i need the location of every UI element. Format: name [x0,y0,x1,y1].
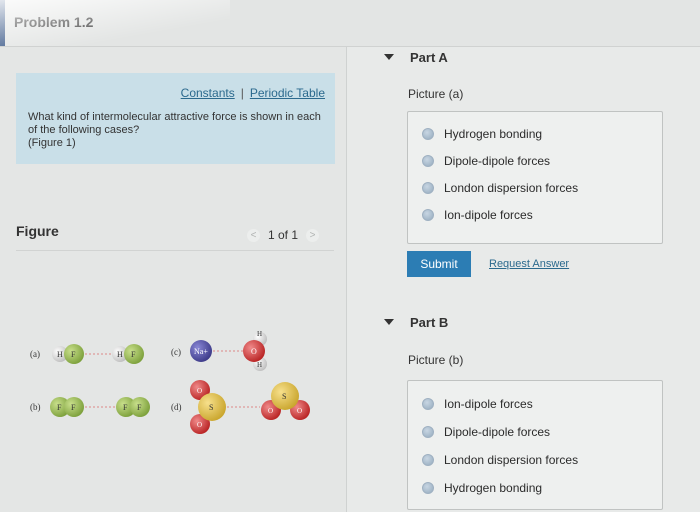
figure-pager: < 1 of 1 > [247,228,320,242]
so2-molecule-2: O O S [261,382,310,420]
collapse-part-a-icon[interactable] [384,54,394,60]
periodic-table-link[interactable]: Periodic Table [250,86,325,100]
svg-text:H: H [57,350,63,359]
next-figure-button[interactable]: > [306,228,320,242]
svg-text:F: F [71,350,76,359]
part-b-option-1[interactable]: Ion-dipole forces [422,397,533,411]
svg-text:F: F [71,403,76,412]
option-label: London dispersion forces [444,453,579,467]
hf-molecule-1: HF [52,344,84,364]
hf-molecule-2: HF [112,344,144,364]
figure-divider [16,250,334,251]
svg-text:F: F [57,403,62,412]
svg-text:H: H [257,330,262,338]
label-d: (d) [171,402,182,412]
collapse-part-b-icon[interactable] [384,319,394,325]
f2-molecule-2: FF [116,397,150,417]
radio-button[interactable] [422,209,434,221]
part-b-option-2[interactable]: Dipole-dipole forces [422,425,550,439]
f2-molecule-1: FF [50,397,84,417]
part-b-option-4[interactable]: Hydrogen bonding [422,481,542,495]
svg-text:S: S [282,392,286,401]
question-text: What kind of intermolecular attractive f… [28,111,328,150]
part-b-option-3[interactable]: London dispersion forces [422,453,578,467]
figure-reference[interactable]: (Figure 1) [28,137,328,150]
figure-heading: Figure [16,223,59,239]
radio-button[interactable] [422,128,434,140]
svg-text:O: O [251,347,257,356]
svg-text:Na+: Na+ [194,347,208,356]
resource-links: Constants | Periodic Table [181,86,325,100]
svg-text:H: H [257,361,262,369]
svg-text:O: O [197,421,202,429]
part-a-option-4[interactable]: Ion-dipole forces [422,208,533,222]
so2-molecule-1: O O S [190,380,226,434]
page-title: Problem 1.2 [14,14,94,30]
submit-button[interactable]: Submit [407,251,471,277]
question-body: What kind of intermolecular attractive f… [28,111,321,136]
option-label: Hydrogen bonding [444,481,543,495]
svg-text:O: O [297,407,302,415]
radio-button[interactable] [422,398,434,410]
part-a-options: Hydrogen bonding Dipole-dipole forces Lo… [407,111,663,244]
svg-text:F: F [131,350,136,359]
radio-button[interactable] [422,155,434,167]
radio-button[interactable] [422,182,434,194]
request-answer-link[interactable]: Request Answer [489,258,569,270]
sodium-ion: Na+ [190,340,212,362]
constants-link[interactable]: Constants [181,86,235,100]
part-a-picture-label: Picture (a) [408,87,464,101]
radio-button[interactable] [422,426,434,438]
radio-button[interactable] [422,482,434,494]
svg-text:O: O [197,387,202,395]
part-b-options: Ion-dipole forces Dipole-dipole forces L… [407,380,663,510]
label-a: (a) [30,349,40,359]
intro-box: Constants | Periodic Table What kind of in… [16,73,335,164]
radio-button[interactable] [422,454,434,466]
svg-text:H: H [117,350,123,359]
part-a-heading[interactable]: Part A [410,50,448,65]
option-label: Dipole-dipole forces [444,154,551,168]
svg-text:O: O [268,407,273,415]
part-a-option-2[interactable]: Dipole-dipole forces [422,154,550,168]
option-label: London dispersion forces [444,181,579,195]
prev-figure-button[interactable]: < [247,228,260,242]
part-a-option-3[interactable]: London dispersion forces [422,181,578,195]
water-molecule: H H O [243,330,267,371]
link-separator: | [240,86,244,100]
molecule-figure: (a) HF HF (c) Na+ HH O (b) FF F F (d) OO… [30,330,310,434]
label-b: (b) [30,402,41,412]
figure-page-count: 1 of 1 [268,228,299,242]
option-label: Ion-dipole forces [444,208,533,222]
part-a-option-1[interactable]: Hydrogen bonding [422,127,542,141]
option-label: Ion-dipole forces [444,397,533,411]
label-c: (c) [171,347,181,357]
option-label: Dipole-dipole forces [444,425,551,439]
svg-text:S: S [209,403,213,412]
svg-text:F: F [137,403,142,412]
option-label: Hydrogen bonding [444,127,543,141]
part-b-picture-label: Picture (b) [408,353,464,367]
part-b-heading[interactable]: Part B [410,315,448,330]
header-divider [0,46,700,47]
svg-text:F: F [123,403,128,412]
